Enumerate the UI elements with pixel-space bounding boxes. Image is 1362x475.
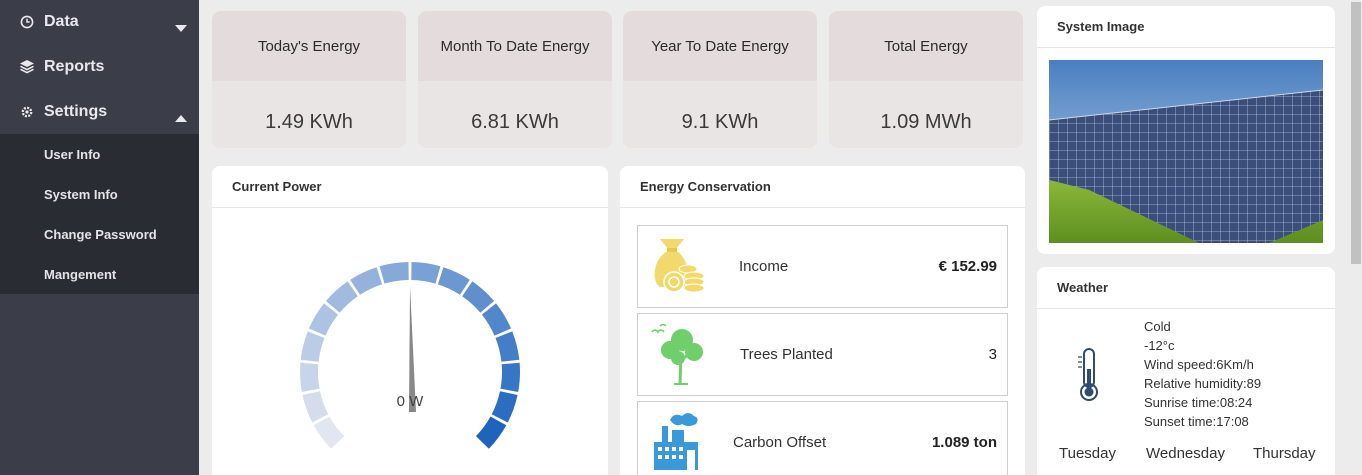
gauge-segment [481,303,512,336]
current-power-title: Current Power [212,166,608,208]
submenu-user-info[interactable]: User Info [0,134,199,174]
solar-panel-image [1049,60,1323,243]
nav-data[interactable]: Data [0,0,199,44]
stat-title: Month To Date Energy [418,11,612,81]
gauge-segment [437,267,470,295]
stat-value: 9.1 KWh [623,81,817,148]
weather-card: Weather Cold -12°c Wind speed:6Km/h Rela… [1037,267,1335,475]
gauge-segment [350,267,383,295]
stat-card-year: Year To Date Energy 9.1 KWh [623,11,817,148]
carbon-row: Carbon Offset 1.089 ton [637,401,1008,475]
gauge-segment [325,281,358,313]
energy-conservation-title: Energy Conservation [620,166,1025,208]
gauge-segment [300,362,320,392]
current-power-card: Current Power 0 W [212,166,608,475]
stat-title: Year To Date Energy [623,11,817,81]
weather-title: Weather [1037,267,1335,309]
stat-card-today: Today's Energy 1.49 KWh [212,11,406,148]
nav-reports[interactable]: Reports [0,44,199,89]
submenu-system-info[interactable]: System Info [0,174,199,214]
income-value: € 152.99 [938,258,997,275]
sidebar: Data Reports Settings User Info System I… [0,0,199,475]
gauge-segment [300,331,325,362]
clock-icon [18,13,36,31]
system-image-card: System Image [1037,6,1335,254]
thermometer-icon [1077,347,1101,408]
stat-card-total: Total Energy 1.09 MWh [829,11,1023,148]
weather-condition: Cold [1144,319,1171,334]
nav-reports-label: Reports [44,57,105,75]
system-image-title: System Image [1037,6,1335,48]
tree-icon [650,323,708,391]
gauge-segment [500,362,520,392]
trees-label: Trees Planted [740,346,833,363]
submenu-management[interactable]: Mangement [0,254,199,294]
submenu-change-password[interactable]: Change Password [0,214,199,254]
gauge-segment [491,391,518,423]
trees-value: 3 [988,346,997,363]
weather-wind: Wind speed:6Km/h [1144,357,1254,372]
gauge-segment [475,416,507,449]
energy-conservation-card: Energy Conservation Income € 152.99 Tree… [620,166,1025,475]
scrollbar-thumb[interactable] [1351,2,1361,264]
nav-data-label: Data [44,13,79,30]
gear-icon [18,103,36,121]
income-row: Income € 152.99 [637,225,1008,308]
gauge-segment [495,331,520,362]
gauge-segment [308,303,339,336]
caret-down-icon [175,19,187,37]
weather-sunset: Sunset time:17:08 [1144,414,1249,429]
income-label: Income [739,258,789,275]
gauge-segment [411,262,441,284]
forecast-day: Tuesday [1059,445,1116,462]
caret-up-icon [175,109,187,127]
weather-details: Cold -12°c Wind speed:6Km/h Relative hum… [1144,317,1261,431]
gauge-value: 0 W [397,393,425,410]
forecast-day: Thursday [1253,445,1316,462]
stat-card-month: Month To Date Energy 6.81 KWh [418,11,612,148]
carbon-value: 1.089 ton [931,434,997,451]
stat-value: 1.09 MWh [829,81,1023,148]
trees-row: Trees Planted 3 [637,313,1008,396]
stat-value: 6.81 KWh [418,81,612,148]
gauge-segment [379,262,409,284]
factory-icon [652,412,702,475]
settings-submenu: User Info System Info Change Password Ma… [0,134,199,294]
forecast-day: Wednesday [1146,445,1225,462]
money-bag-icon [650,239,708,300]
stat-title: Total Energy [829,11,1023,81]
carbon-label: Carbon Offset [733,434,827,451]
stat-value: 1.49 KWh [212,81,406,148]
gauge-segment [313,416,345,449]
stat-title: Today's Energy [212,11,406,81]
weather-humidity: Relative humidity:89 [1144,376,1262,391]
layers-icon [18,58,36,76]
nav-settings[interactable]: Settings [0,89,199,134]
weather-sunrise: Sunrise time:08:24 [1144,395,1253,410]
gauge-segment [302,391,329,423]
weather-temperature: -12°c [1144,338,1175,353]
nav-settings-label: Settings [44,102,108,120]
gauge-segment [462,281,495,313]
power-gauge: 0 W [300,262,520,449]
page-scrollbar[interactable] [1350,0,1362,475]
